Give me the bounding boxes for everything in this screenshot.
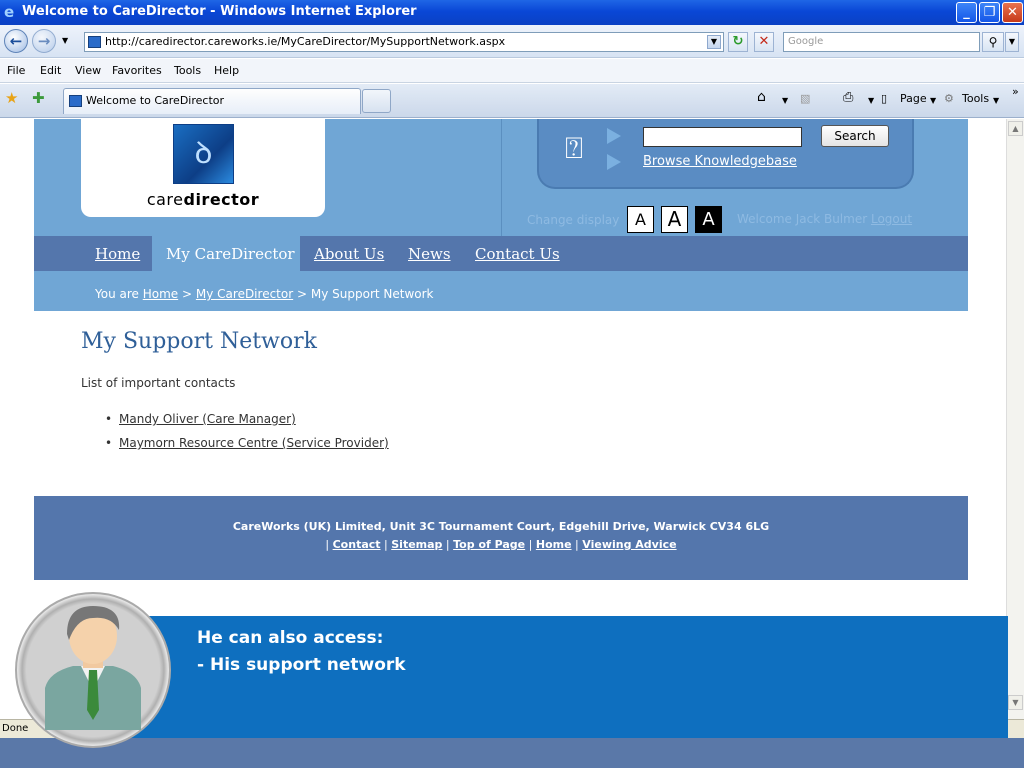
arrow-icon [607,154,621,170]
breadcrumb-mycaredirector-link[interactable]: My CareDirector [196,287,293,301]
scroll-down-icon[interactable]: ▼ [1008,695,1023,710]
knowledgebase-search-input[interactable] [643,127,802,147]
breadcrumb-prefix: You are [95,287,139,301]
menu-file[interactable]: File [7,64,25,77]
list-item: • Mandy Oliver (Care Manager) [105,412,296,426]
tab-favicon-icon [69,95,82,107]
caption-text: He can also access: - His support networ… [197,625,406,679]
page-title: My Support Network [81,329,317,354]
high-contrast-button[interactable]: A [695,206,722,233]
knowledgebase-reader-icon: ⍰ [565,131,583,166]
menu-favorites[interactable]: Favorites [112,64,162,77]
page-menu-button[interactable]: Page [900,92,927,105]
feeds-icon[interactable]: ▧ [800,92,810,105]
restore-button[interactable]: ❐ [979,2,1000,23]
footer-home-link[interactable]: Home [536,538,572,551]
browse-knowledgebase-link[interactable]: Browse Knowledgebase [643,154,797,169]
contact-link-care-manager[interactable]: Mandy Oliver (Care Manager) [119,412,296,426]
menu-edit[interactable]: Edit [40,64,61,77]
menu-view[interactable]: View [75,64,101,77]
page-icon: ▯ [881,92,888,105]
minimize-button[interactable]: _ [956,2,977,23]
user-avatar-icon [45,606,141,730]
add-favorite-icon[interactable]: ✚ [32,89,45,107]
scroll-up-icon[interactable]: ▲ [1008,121,1023,136]
home-dropdown-icon[interactable]: ▼ [782,96,788,105]
font-size-medium-button[interactable]: A [661,206,688,233]
ie-logo-icon: e [4,3,15,21]
footer-contact-link[interactable]: Contact [333,538,381,551]
url-text: http://caredirector.careworks.ie/MyCareD… [105,35,506,48]
font-size-small-button[interactable]: A [627,206,654,233]
stop-button[interactable]: ✕ [754,32,774,52]
nav-home[interactable]: Home [95,245,140,263]
vertical-scrollbar[interactable]: ▲ ▼ [1006,119,1024,719]
page-dropdown-icon[interactable]: ▼ [930,96,936,105]
chevron-more-icon[interactable]: » [1012,85,1019,98]
print-dropdown-icon[interactable]: ▼ [868,96,874,105]
url-dropdown-icon[interactable]: ▼ [707,35,721,49]
window-title-bar: e Welcome to CareDirector - Windows Inte… [0,0,1024,25]
footer-separator: | [325,538,330,551]
search-icon[interactable]: ⚲ [982,32,1004,52]
back-button[interactable]: ← [4,29,28,53]
refresh-button[interactable]: ↻ [728,32,748,52]
footer-links: | Contact | Sitemap | Top of Page | Home… [34,538,968,551]
nav-news[interactable]: News [408,245,451,263]
favorites-star-icon[interactable]: ★ [5,89,18,107]
logo-text: caredirector [146,190,260,209]
footer-sitemap-link[interactable]: Sitemap [391,538,442,551]
breadcrumb: You are Home > My CareDirector > My Supp… [95,287,434,301]
close-button[interactable]: ✕ [1002,2,1023,23]
footer-address: CareWorks (UK) Limited, Unit 3C Tourname… [232,520,770,533]
caption-line-1: He can also access: [197,628,384,648]
home-icon[interactable]: ⌂ [757,89,766,105]
tab-caredirector[interactable]: Welcome to CareDirector [63,88,361,114]
search-options-icon[interactable]: ▼ [1005,32,1019,52]
knowledgebase-search-button[interactable]: Search [821,125,889,147]
contacts-intro: List of important contacts [81,376,236,390]
footer-separator: | [384,538,388,551]
footer-top-link[interactable]: Top of Page [453,538,525,551]
nav-about-us[interactable]: About Us [314,245,384,263]
breadcrumb-current: My Support Network [310,287,434,301]
footer-separator: | [575,538,579,551]
arrow-icon [607,128,621,144]
footer-separator: | [528,538,533,551]
url-field[interactable]: http://caredirector.careworks.ie/MyCareD… [84,32,724,52]
taskbar [0,738,1024,768]
change-display-label: Change display [527,213,620,227]
caption-line-2: - His support network [197,655,406,675]
contact-link-service-provider[interactable]: Maymorn Resource Centre (Service Provide… [119,436,389,450]
nav-my-caredirector[interactable]: My CareDirector [166,245,295,263]
status-text: Done [2,723,29,734]
menu-tools[interactable]: Tools [174,64,201,77]
breadcrumb-home-link[interactable]: Home [143,287,178,301]
tools-dropdown-icon[interactable]: ▼ [993,96,999,105]
header-divider [501,119,502,236]
forward-button[interactable]: → [32,29,56,53]
print-icon[interactable]: ⎙ [843,90,853,105]
welcome-message: Welcome Jack Bulmer Logout [737,212,912,226]
tab-title: Welcome to CareDirector [86,94,225,107]
menu-bar: File Edit View Favorites Tools Help [0,59,1024,83]
list-item: • Maymorn Resource Centre (Service Provid… [105,436,389,450]
breadcrumb-separator: > [182,287,193,301]
page-favicon-icon [88,36,101,48]
caredirector-logo-icon: ꝺ [173,124,234,184]
browser-search-input[interactable]: Google [783,32,980,52]
history-dropdown-icon[interactable]: ▼ [62,36,68,45]
window-title: Welcome to CareDirector - Windows Intern… [22,4,417,19]
nav-contact-us[interactable]: Contact Us [475,245,560,263]
footer-separator: | [445,538,450,551]
breadcrumb-separator: > [296,287,308,301]
logout-link[interactable]: Logout [871,212,912,226]
footer-viewing-advice-link[interactable]: Viewing Advice [582,538,676,551]
welcome-text: Welcome Jack Bulmer [737,212,868,226]
gear-icon: ⚙ [944,92,954,105]
tools-menu-button[interactable]: Tools [962,92,989,105]
menu-help[interactable]: Help [214,64,239,77]
new-tab-button[interactable] [362,89,391,113]
